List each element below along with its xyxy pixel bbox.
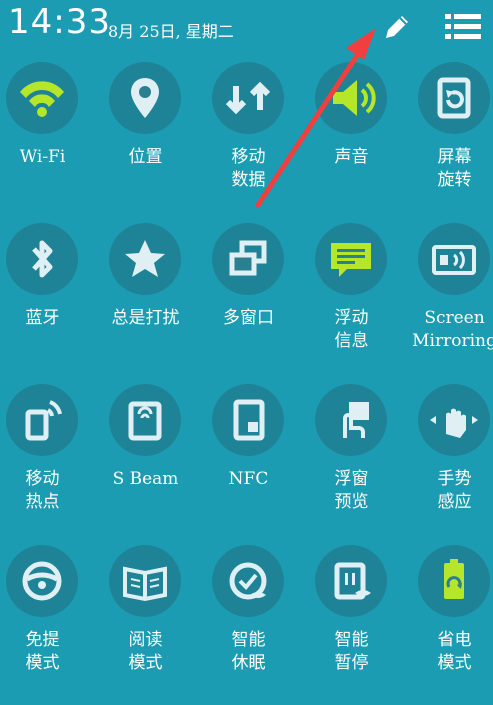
star-icon [125,240,165,277]
toggle-button-bluetooth[interactable] [6,223,78,295]
toggle-button-hotspot[interactable] [6,384,78,456]
quick-toggle-star[interactable]: 总是打扰 [94,223,197,383]
toggle-label: 移动 数据 [231,147,266,190]
quick-toggle-battery-recycle[interactable]: 省电 模式 [403,545,493,705]
toggle-label: 蓝牙 [25,308,60,328]
battery-recycle-icon [444,559,464,599]
chat-bubble-icon [331,243,371,277]
quick-toggle-air-view[interactable]: 浮窗 预览 [300,384,403,544]
toggle-label: 免提 模式 [25,630,60,673]
quick-toggle-chat-bubble[interactable]: 浮动 信息 [300,223,403,383]
bluetooth-icon [32,240,53,278]
toggle-label: NFC [228,469,269,489]
toggle-label: 位置 [128,147,163,167]
toggle-button-screen-rotation[interactable] [418,62,490,134]
toggle-label: 浮窗 预览 [334,469,369,512]
toggle-button-battery-recycle[interactable] [418,545,490,617]
quick-toggle-steering-wheel[interactable]: 免提 模式 [0,545,94,705]
toggle-button-location-pin[interactable] [109,62,181,134]
toggle-label: 手势 感应 [437,469,472,512]
quick-toggle-smart-pause[interactable]: 智能 暂停 [300,545,403,705]
toggle-button-screen-mirroring[interactable] [418,223,490,295]
location-pin-icon [131,78,159,118]
toggle-button-steering-wheel[interactable] [6,545,78,617]
mobile-data-arrows-icon [225,81,271,115]
wifi-icon [20,81,64,117]
quick-toggle-mobile-data-arrows[interactable]: 移动 数据 [197,62,300,222]
s-beam-icon [128,401,162,441]
date-text: 8月 25日, 星期二 [108,22,234,41]
toggle-label: 省电 模式 [437,630,472,673]
quick-toggle-hotspot[interactable]: 移动 热点 [0,384,94,544]
toggle-button-smart-stay[interactable] [212,545,284,617]
toggle-label: 智能 休眠 [231,630,266,673]
quick-toggle-bluetooth[interactable]: 蓝牙 [0,223,94,383]
toggle-label: Wi-Fi [19,147,66,167]
hotspot-icon [25,400,62,441]
toggle-button-speaker[interactable] [315,62,387,134]
edit-pencil-icon[interactable] [380,10,414,44]
quick-toggle-screen-mirroring[interactable]: Screen Mirroring [403,223,493,383]
toggle-button-air-view[interactable] [315,384,387,456]
nfc-icon [233,399,265,441]
toggle-button-mobile-data-arrows[interactable] [212,62,284,134]
toggle-button-book[interactable] [109,545,181,617]
screen-mirroring-icon [432,245,476,275]
toggle-label: 总是打扰 [111,308,180,328]
toggle-button-multi-window[interactable] [212,223,284,295]
toggle-label: 阅读 模式 [128,630,163,673]
toggle-button-wifi[interactable] [6,62,78,134]
toggle-button-star[interactable] [109,223,181,295]
toggle-button-smart-pause[interactable] [315,545,387,617]
quick-toggle-s-beam[interactable]: S Beam [94,384,197,544]
toggle-label: 智能 暂停 [334,630,369,673]
quick-toggle-location-pin[interactable]: 位置 [94,62,197,222]
steering-wheel-icon [22,561,62,601]
quick-toggle-smart-stay[interactable]: 智能 休眠 [197,545,300,705]
quick-toggle-screen-rotation[interactable]: 屏幕 旋转 [403,62,493,222]
clock-time: 14:33 [8,2,111,42]
toggle-button-s-beam[interactable] [109,384,181,456]
toggle-label: 移动 热点 [25,469,60,512]
toggle-label: Screen Mirroring [412,308,493,351]
quick-toggle-hand-gesture[interactable]: 手势 感应 [403,384,493,544]
book-icon [123,566,167,602]
quick-toggle-wifi[interactable]: Wi-Fi [0,62,94,222]
toggle-label: 声音 [334,147,369,167]
quick-toggle-book[interactable]: 阅读 模式 [94,545,197,705]
multi-window-icon [229,240,267,276]
toggle-button-nfc[interactable] [212,384,284,456]
toggle-button-hand-gesture[interactable] [418,384,490,456]
smart-pause-icon [334,562,371,600]
toggle-label: S Beam [112,469,179,489]
list-menu-icon[interactable] [445,12,481,42]
quick-toggle-speaker[interactable]: 声音 [300,62,403,222]
hand-gesture-icon [430,408,478,438]
smart-stay-icon [229,562,267,600]
toggle-label: 多窗口 [223,308,274,328]
quick-toggle-multi-window[interactable]: 多窗口 [197,223,300,383]
status-bar: 14:33 8月 25日, 星期二 [0,0,493,52]
toggle-button-chat-bubble[interactable] [315,223,387,295]
toggle-label: 屏幕 旋转 [437,147,472,190]
air-view-icon [343,402,369,438]
speaker-icon [333,80,376,116]
screen-rotation-icon [437,77,471,119]
quick-toggle-nfc[interactable]: NFC [197,384,300,544]
toggle-label: 浮动 信息 [334,308,369,351]
